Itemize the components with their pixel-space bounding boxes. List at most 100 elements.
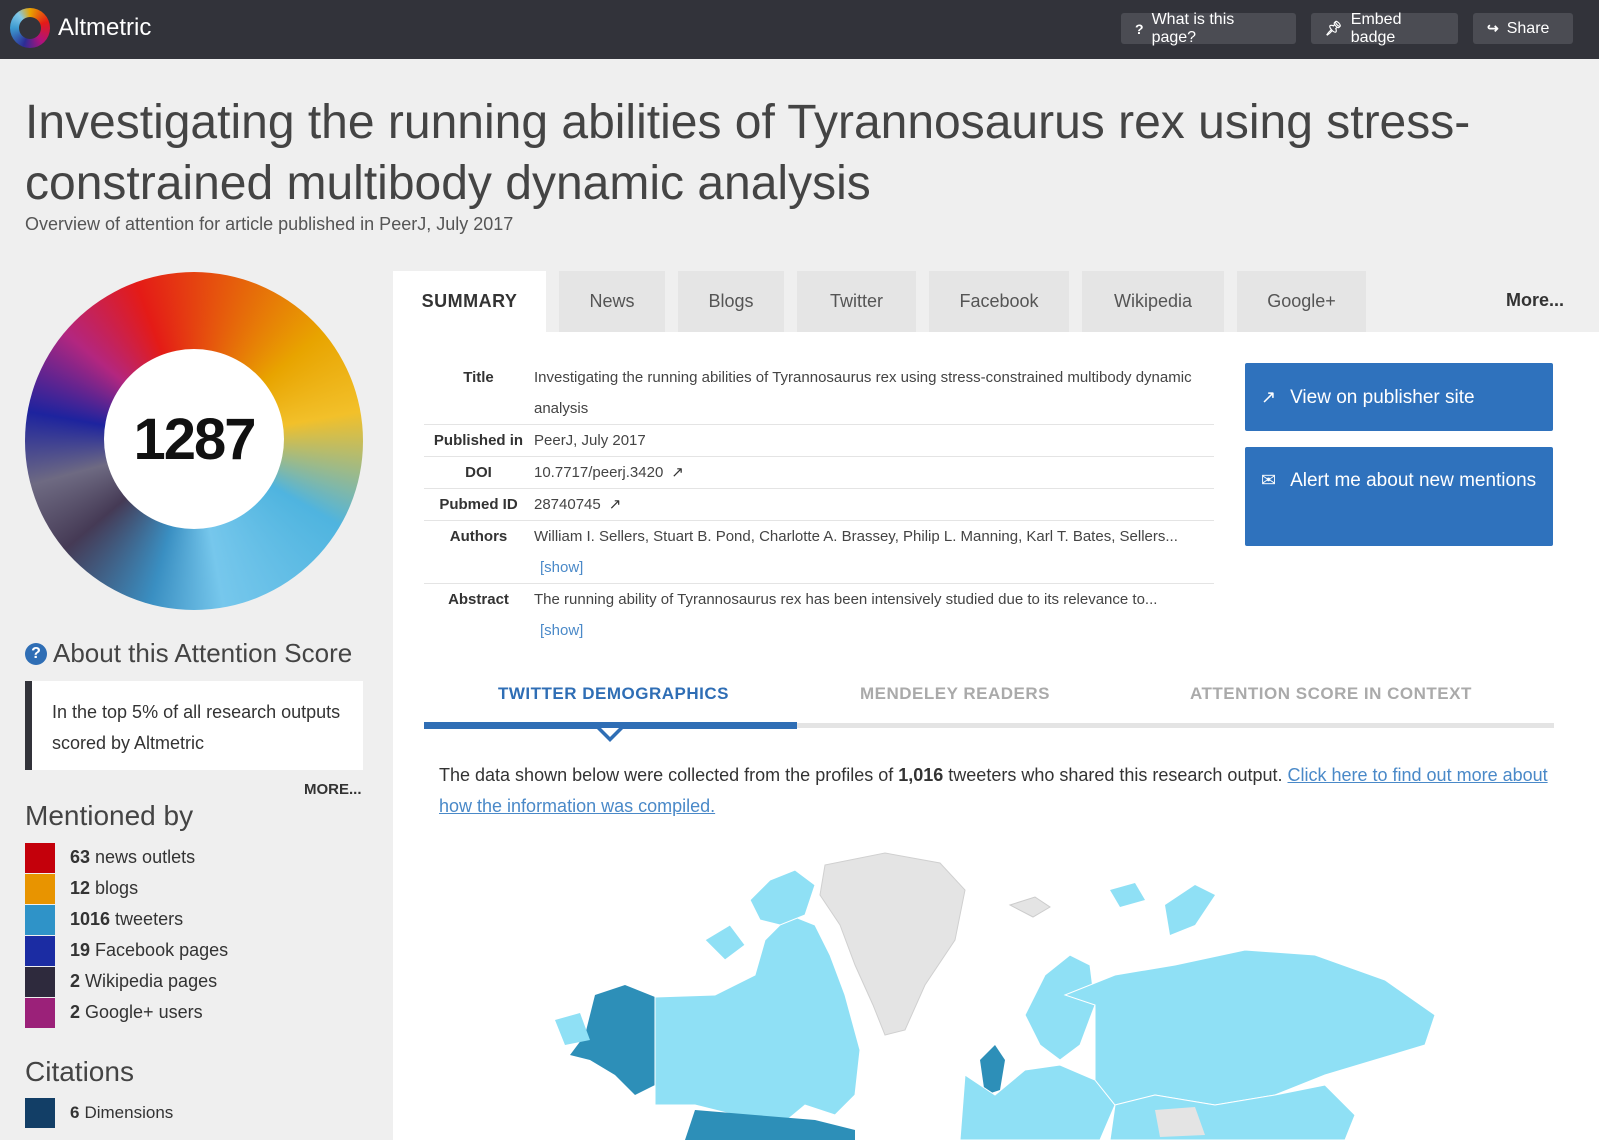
top-bar: Altmetric ? What is this page? 📌︎ Embed …	[0, 0, 1599, 59]
demographics-text-after: tweeters who shared this research output…	[943, 765, 1288, 785]
dimensions-swatch	[25, 1098, 55, 1128]
blogs-swatch	[25, 873, 55, 904]
mention-item-blogs[interactable]: 12 blogs	[25, 873, 228, 904]
view-publisher-label: View on publisher site	[1290, 386, 1475, 408]
mention-item-wikipedia[interactable]: 2 Wikipedia pages	[25, 966, 228, 997]
map-region-russia	[1063, 949, 1436, 1106]
tab-news[interactable]: News	[559, 271, 665, 332]
mention-item-googleplus[interactable]: 2 Google+ users	[25, 997, 228, 1028]
page-subtitle: Overview of attention for article publis…	[25, 214, 514, 234]
tab-wikipedia[interactable]: Wikipedia	[1082, 271, 1224, 332]
tab-blogs[interactable]: Blogs	[678, 271, 784, 332]
tab-summary[interactable]: SUMMARY	[393, 271, 546, 332]
alert-me-label: Alert me about new mentions	[1290, 470, 1537, 491]
map-region-scandinavia	[1024, 954, 1096, 1061]
meta-title-value: Investigating the running abilities of T…	[533, 362, 1214, 425]
view-publisher-button[interactable]: ↗ View on publisher site	[1245, 363, 1553, 431]
alert-me-button[interactable]: ✉ Alert me about new mentions	[1245, 447, 1553, 546]
what-is-this-page-label: What is this page?	[1151, 10, 1235, 46]
citations-heading: Citations	[25, 1056, 134, 1087]
meta-row-title: Title Investigating the running abilitie…	[424, 362, 1214, 425]
mention-label: tweeters	[115, 909, 184, 929]
map-region-canada	[654, 914, 861, 1131]
article-metadata-table: Title Investigating the running abilitie…	[424, 362, 1214, 646]
citation-count: 6	[70, 1103, 80, 1122]
meta-row-doi: DOI 10.7717/peerj.3420 ↗	[424, 456, 1214, 489]
meta-abstract-cell: The running ability of Tyrannosaurus rex…	[533, 584, 1214, 647]
app-name[interactable]: Altmetric	[58, 14, 151, 42]
meta-authors-value: William I. Sellers, Stuart B. Pond, Char…	[534, 528, 1178, 545]
subtab-twitter-demographics[interactable]: TWITTER DEMOGRAPHICS	[498, 684, 729, 704]
alert-me-text: ✉ Alert me about new mentions	[1261, 465, 1536, 496]
meta-key: DOI	[424, 456, 533, 489]
subtab-active-arrow-icon	[597, 728, 623, 742]
map-region-alaska-west	[555, 1013, 590, 1045]
mention-item-facebook[interactable]: 19 Facebook pages	[25, 935, 228, 966]
mention-label: Facebook pages	[95, 940, 229, 960]
wikipedia-swatch	[25, 966, 55, 997]
meta-row-published: Published in PeerJ, July 2017	[424, 424, 1214, 457]
mentioned-by-heading: Mentioned by	[25, 800, 194, 831]
external-link-icon: ↗	[1261, 386, 1277, 407]
meta-abstract-value: The running ability of Tyrannosaurus rex…	[534, 591, 1158, 608]
twitter-world-map[interactable]	[555, 845, 1440, 1140]
page-title: Investigating the running abilities of T…	[25, 96, 1471, 210]
citation-label: Dimensions	[84, 1103, 174, 1122]
doi-link[interactable]: 10.7717/peerj.3420	[534, 464, 663, 481]
meta-row-pubmed: Pubmed ID 28740745 ↗	[424, 488, 1214, 521]
mention-item-tweeters[interactable]: 1016 tweeters	[25, 904, 228, 935]
share-icon: ↪	[1487, 20, 1499, 36]
embed-badge-button[interactable]: 📌︎ Embed badge	[1311, 10, 1458, 46]
about-score-heading: ? About this Attention Score	[25, 638, 352, 669]
meta-published-value: PeerJ, July 2017	[533, 424, 1214, 457]
googleplus-swatch	[25, 997, 55, 1028]
map-region-arctic-islands	[749, 869, 816, 926]
tab-twitter[interactable]: Twitter	[797, 271, 916, 332]
mentioned-by-list: 63 news outlets 12 blogs 1016 tweeters 1…	[25, 842, 228, 1028]
help-circle-icon[interactable]: ?	[25, 642, 47, 665]
tab-facebook[interactable]: Facebook	[929, 271, 1069, 332]
meta-row-authors: Authors William I. Sellers, Stuart B. Po…	[424, 520, 1214, 584]
mention-count: 2	[70, 1002, 81, 1022]
mention-label: Google+ users	[85, 1002, 203, 1022]
map-region-novaya-zemlya	[1165, 885, 1215, 935]
tab-googleplus[interactable]: Google+	[1237, 271, 1366, 332]
facebook-swatch	[25, 935, 55, 966]
mention-count: 12	[70, 878, 91, 898]
meta-key: Published in	[424, 424, 533, 457]
about-score-box: In the top 5% of all research outputs sc…	[25, 681, 363, 770]
question-icon: ?	[1135, 20, 1144, 37]
demographics-text-before: The data shown below were collected from…	[439, 765, 899, 785]
meta-doi-cell: 10.7717/peerj.3420 ↗	[533, 456, 1214, 489]
meta-key: Pubmed ID	[424, 488, 533, 521]
attention-score-value: 1287	[104, 349, 284, 529]
embed-badge-label: Embed badge	[1350, 10, 1402, 46]
mention-item-news[interactable]: 63 news outlets	[25, 842, 228, 873]
about-score-title: About this Attention Score	[53, 638, 353, 668]
subtab-attention-context[interactable]: ATTENTION SCORE IN CONTEXT	[1190, 684, 1472, 704]
external-link-icon[interactable]: ↗	[609, 489, 622, 520]
altmetric-logo-icon[interactable]	[10, 8, 50, 48]
show-abstract-link[interactable]: [show]	[540, 622, 583, 639]
demographics-description: The data shown below were collected from…	[439, 760, 1554, 822]
mention-count: 2	[70, 971, 81, 991]
envelope-icon: ✉	[1261, 470, 1277, 490]
mention-label: news outlets	[95, 847, 196, 867]
meta-pubmed-cell: 28740745 ↗	[533, 488, 1214, 521]
subtab-mendeley-readers[interactable]: MENDELEY READERS	[860, 684, 1050, 704]
meta-row-abstract: Abstract The running ability of Tyrannos…	[424, 584, 1214, 647]
pubmed-link[interactable]: 28740745	[534, 496, 601, 513]
about-more-link[interactable]: MORE...	[304, 781, 362, 798]
show-authors-link[interactable]: [show]	[540, 559, 583, 576]
news-swatch	[25, 842, 55, 873]
external-link-icon[interactable]: ↗	[671, 457, 684, 488]
meta-key: Abstract	[448, 591, 509, 608]
map-region-iceland	[1008, 896, 1051, 918]
share-button[interactable]: ↪ Share	[1473, 13, 1573, 44]
citation-item-dimensions[interactable]: 6 Dimensions	[25, 1098, 173, 1128]
mention-label: Wikipedia pages	[85, 971, 218, 991]
what-is-this-page-button[interactable]: ? What is this page?	[1121, 10, 1296, 46]
meta-key: Title	[424, 362, 533, 425]
tab-more[interactable]: More...	[1506, 290, 1564, 311]
map-region-arctic-islands-2	[704, 924, 746, 961]
